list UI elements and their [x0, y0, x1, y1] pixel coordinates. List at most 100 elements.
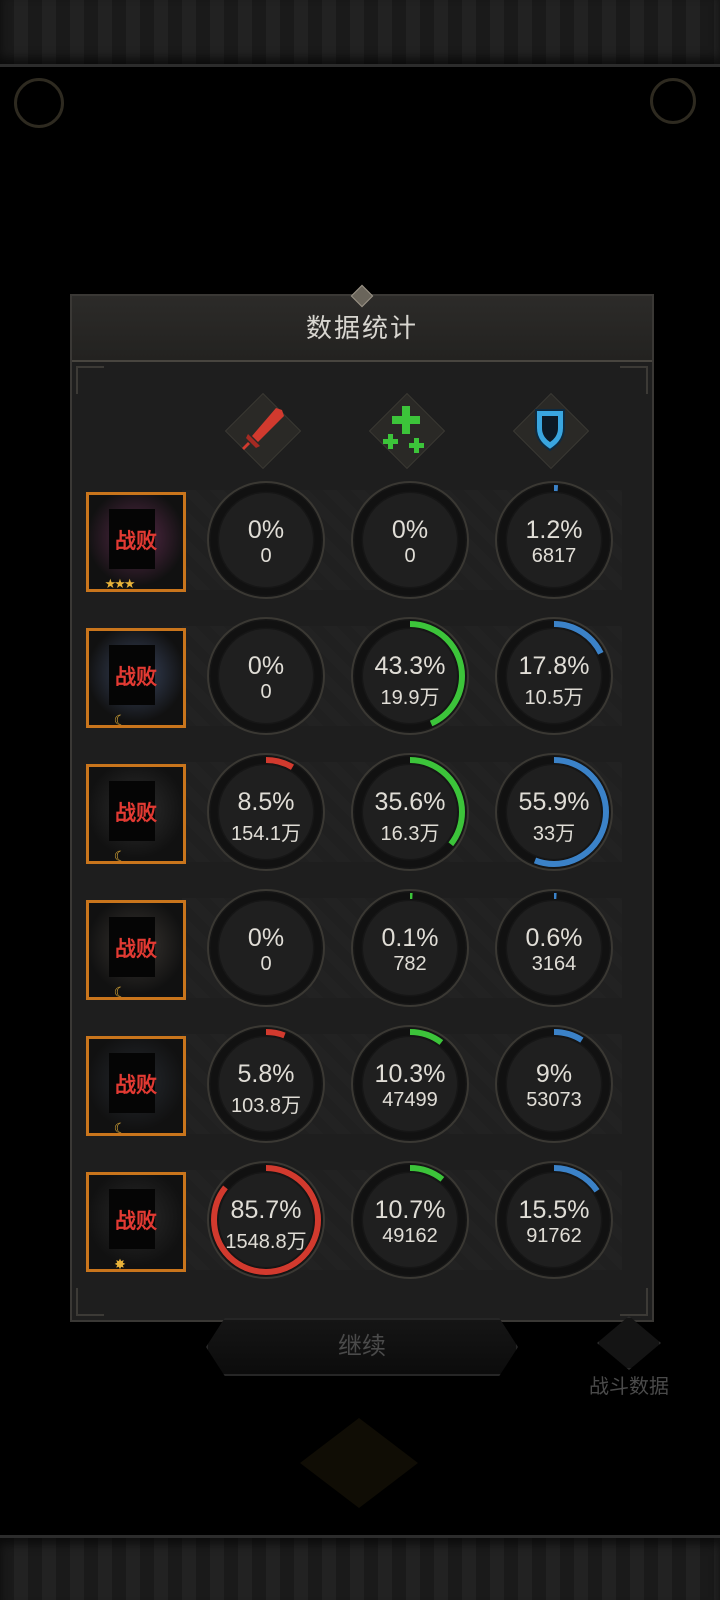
defense-column-header — [510, 390, 590, 470]
stat-percent: 10.3% — [374, 1060, 446, 1088]
background-icon — [14, 78, 64, 128]
stat-ring: 55.9% 33万 — [494, 752, 614, 872]
panel-header: 数据统计 — [72, 284, 652, 362]
hero-row: 战败 ☾ 5.8% 103.8万 10.3% 47499 9% 53073 — [72, 1022, 652, 1146]
stat-amount: 0 — [404, 545, 416, 567]
stat-percent: 35.6% — [374, 788, 446, 816]
stat-ring: 0% 0 — [206, 616, 326, 736]
stat-ring: 9% 53073 — [494, 1024, 614, 1144]
background-icon — [650, 78, 696, 124]
damage-column-header — [222, 390, 302, 470]
stat-percent: 55.9% — [518, 788, 590, 816]
stat-ring: 17.8% 10.5万 — [494, 616, 614, 736]
stat-percent: 0% — [247, 924, 285, 952]
stat-percent: 85.7% — [230, 1196, 302, 1224]
hero-portrait[interactable]: 战败 — [86, 900, 186, 1000]
moon-icon: ☾ — [113, 1120, 127, 1136]
stat-amount: 0 — [260, 681, 272, 703]
stat-ring: 35.6% 16.3万 — [350, 752, 470, 872]
stat-amount: 33万 — [532, 823, 576, 845]
stat-amount: 1548.8万 — [225, 1231, 307, 1253]
stat-percent: 10.7% — [374, 1196, 446, 1224]
panel-title: 数据统计 — [305, 313, 418, 343]
corner-ornament — [76, 1288, 104, 1316]
bottom-ornament-bar — [0, 1535, 720, 1600]
hero-row: 战败 ★★★ 0% 0 0% 0 1.2% 6817 — [72, 478, 652, 602]
stat-percent: 1.2% — [525, 516, 583, 544]
corner-ornament — [620, 366, 648, 394]
stat-amount: 16.3万 — [380, 823, 440, 845]
stat-amount: 53073 — [526, 1089, 582, 1111]
stat-percent: 0% — [247, 652, 285, 680]
stat-amount: 91762 — [526, 1225, 582, 1247]
defeat-label: 战败 — [115, 666, 157, 689]
hero-row: 战败 ☾ 8.5% 154.1万 35.6% 16.3万 55.9% 33万 — [72, 750, 652, 874]
hero-row: 战败 ☾ 0% 0 43.3% 19.9万 17.8% 10.5万 — [72, 614, 652, 738]
stat-percent: 17.8% — [518, 652, 590, 680]
stat-ring: 0% 0 — [350, 480, 470, 600]
stat-amount: 154.1万 — [230, 823, 302, 845]
shield-icon — [535, 409, 565, 452]
stat-ring: 8.5% 154.1万 — [206, 752, 326, 872]
header-ornament — [350, 284, 374, 308]
defeat-label: 战败 — [115, 530, 157, 553]
top-ornament-bar — [0, 0, 720, 67]
moon-icon: ☾ — [113, 984, 127, 1000]
stat-amount: 49162 — [382, 1225, 438, 1247]
battle-data-icon — [597, 1316, 661, 1370]
stat-percent: 9% — [535, 1060, 573, 1088]
stat-amount: 3164 — [531, 953, 577, 975]
data-statistics-panel: 数据统计 战败 ★★★ 0% 0 0% 0 1.2% 6817 战败 ☾ 0% … — [70, 284, 654, 1322]
heal-column-header — [366, 390, 446, 470]
stat-ring: 10.7% 49162 — [350, 1160, 470, 1280]
hero-row: 战败 ☾ 0% 0 0.1% 782 0.6% 3164 — [72, 886, 652, 1010]
stat-ring: 0% 0 — [206, 480, 326, 600]
defeat-label: 战败 — [115, 938, 157, 961]
stat-percent: 0% — [391, 516, 429, 544]
corner-ornament — [76, 366, 104, 394]
stat-amount: 47499 — [382, 1089, 438, 1111]
stat-amount: 0 — [260, 545, 272, 567]
stat-percent: 8.5% — [237, 788, 295, 816]
bottom-emblem — [300, 1418, 418, 1508]
screen: 数据统计 战败 ★★★ 0% 0 0% 0 1.2% 6817 战败 ☾ 0% … — [0, 0, 720, 1600]
stat-percent: 0.6% — [525, 924, 583, 952]
hero-row: 战败 ✸ 85.7% 1548.8万 10.7% 49162 15.5% 91762 — [72, 1158, 652, 1282]
stat-percent: 0% — [247, 516, 285, 544]
stat-amount: 6817 — [531, 545, 577, 567]
heal-cross-icon — [383, 406, 424, 453]
sword-icon — [242, 408, 284, 450]
stat-ring: 0.1% 782 — [350, 888, 470, 1008]
star-rank-icon: ★★★ — [104, 576, 136, 591]
stat-ring: 1.2% 6817 — [494, 480, 614, 600]
stat-ring: 0% 0 — [206, 888, 326, 1008]
stat-ring: 15.5% 91762 — [494, 1160, 614, 1280]
stat-ring: 43.3% 19.9万 — [350, 616, 470, 736]
stat-percent: 5.8% — [237, 1060, 295, 1088]
battle-data-label: 战斗数据 — [589, 1376, 669, 1398]
stat-ring: 10.3% 47499 — [350, 1024, 470, 1144]
defeat-label: 战败 — [115, 802, 157, 825]
stat-amount: 0 — [260, 953, 272, 975]
corner-ornament — [620, 1288, 648, 1316]
hero-portrait[interactable]: 战败 — [86, 628, 186, 728]
stat-percent: 15.5% — [518, 1196, 590, 1224]
stat-percent: 0.1% — [381, 924, 439, 952]
hero-portrait[interactable]: 战败 — [86, 1036, 186, 1136]
hero-portrait[interactable]: 战败 — [86, 492, 186, 592]
stat-ring: 5.8% 103.8万 — [206, 1024, 326, 1144]
hero-portrait[interactable]: 战败 — [86, 1172, 186, 1272]
defeat-label: 战败 — [115, 1210, 157, 1233]
battle-data-button[interactable]: 战斗数据 — [584, 1316, 674, 1398]
moon-icon: ☾ — [113, 848, 127, 864]
stat-amount: 10.5万 — [524, 687, 584, 709]
stat-amount: 103.8万 — [230, 1095, 302, 1117]
sun-icon: ✸ — [114, 1256, 126, 1272]
stat-amount: 782 — [393, 953, 427, 975]
hero-portrait[interactable]: 战败 — [86, 764, 186, 864]
continue-button[interactable]: 继续 — [206, 1318, 518, 1376]
stat-amount: 19.9万 — [380, 687, 440, 709]
stat-ring: 85.7% 1548.8万 — [206, 1160, 326, 1280]
defeat-label: 战败 — [115, 1074, 157, 1097]
continue-button-label: 继续 — [338, 1333, 386, 1360]
